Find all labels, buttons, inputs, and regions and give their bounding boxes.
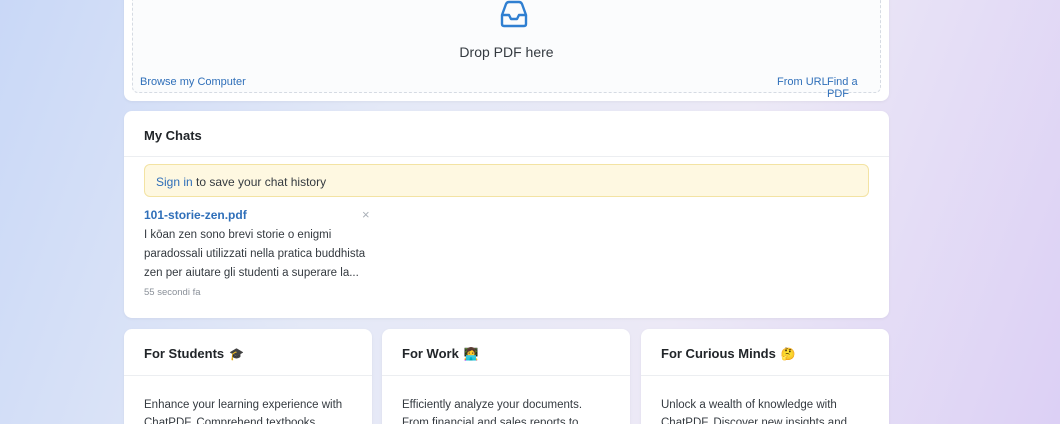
close-icon[interactable]: ×	[362, 208, 370, 222]
chat-item[interactable]: 101-storie-zen.pdf × I kōan zen sono bre…	[144, 208, 376, 299]
thinking-face-icon: 🤔	[780, 347, 796, 361]
from-url-link[interactable]: From URL	[777, 76, 828, 88]
card-title: For Students 🎓	[124, 329, 372, 376]
signin-notice-text: to save your chat history	[192, 175, 327, 189]
for-students-card: For Students 🎓 Enhance your learning expe…	[124, 329, 372, 424]
person-laptop-icon: 👩‍💻	[463, 347, 479, 361]
card-title: For Work 👩‍💻	[382, 329, 630, 376]
inbox-icon	[500, 0, 528, 28]
signin-notice: Sign in to save your chat history	[144, 164, 869, 197]
for-students-title: For Students	[144, 346, 225, 361]
for-students-text: Enhance your learning experience with Ch…	[144, 399, 343, 424]
graduation-cap-icon: 🎓	[229, 347, 245, 361]
for-work-text: Efficiently analyze your documents. From…	[402, 399, 583, 424]
drop-pdf-label: Drop PDF here	[459, 44, 554, 60]
pdf-dropzone[interactable]: Drop PDF here Browse my Computer From UR…	[132, 0, 881, 100]
signin-link[interactable]: Sign in	[156, 175, 193, 189]
chat-item-summary: I kōan zen sono brevi storie o enigmi pa…	[144, 229, 366, 279]
card-title: For Curious Minds 🤔	[641, 329, 889, 376]
for-work-title: For Work	[402, 346, 459, 361]
find-pdf-link[interactable]: Find a PDF	[827, 76, 880, 100]
for-curious-minds-text: Unlock a wealth of knowledge with ChatPD…	[661, 399, 847, 424]
my-chats-title: My Chats	[124, 111, 889, 157]
chat-item-title[interactable]: 101-storie-zen.pdf	[144, 208, 376, 224]
chat-item-timestamp: 55 secondi fa	[144, 287, 201, 298]
for-work-card: For Work 👩‍💻 Efficiently analyze your doc…	[382, 329, 630, 424]
for-curious-minds-title: For Curious Minds	[661, 346, 776, 361]
for-curious-minds-card: For Curious Minds 🤔 Unlock a wealth of kn…	[641, 329, 889, 424]
upload-card: Drop PDF here Browse my Computer From UR…	[124, 0, 889, 101]
my-chats-card: My Chats Sign in to save your chat histo…	[124, 111, 889, 318]
browse-computer-link[interactable]: Browse my Computer	[140, 76, 246, 88]
